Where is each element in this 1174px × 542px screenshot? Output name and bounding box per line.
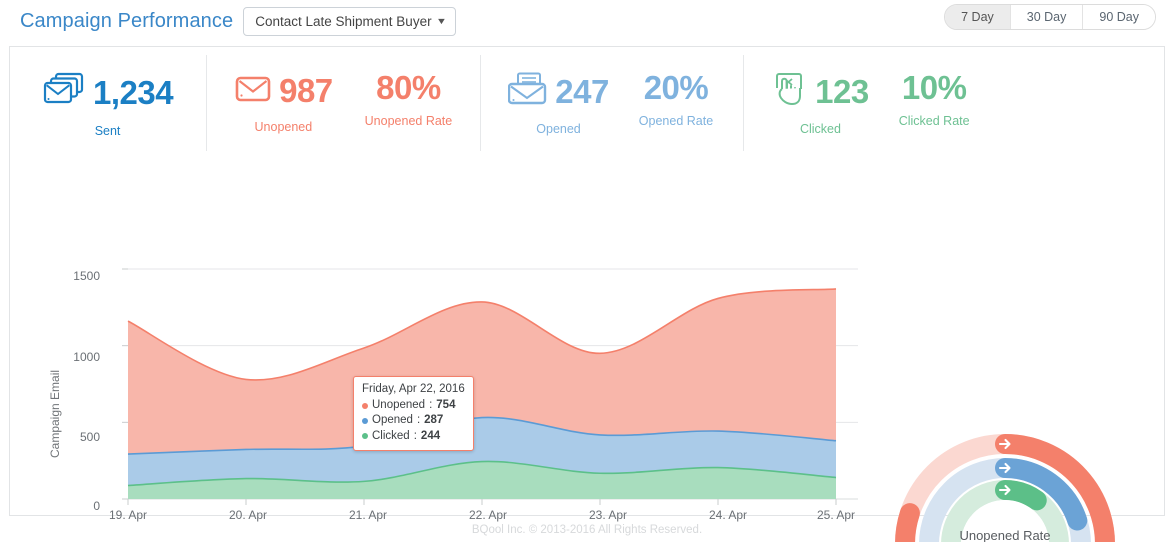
- kpi-sent-label: Sent: [94, 123, 121, 138]
- kpi-group-clicked: 123 Clicked 10% Clicked Rate: [772, 55, 970, 151]
- tooltip-row-clicked: Clicked: 244: [362, 429, 466, 444]
- stacked-envelopes-icon: [42, 71, 88, 114]
- tooltip-name-unopened: Unopened: [372, 399, 426, 412]
- tooltip-name-opened: Opened: [372, 414, 413, 427]
- campaign-performance-page: Campaign Performance Contact Late Shipme…: [0, 0, 1174, 542]
- kpi-clicked: 123 Clicked: [772, 55, 869, 136]
- kpi-opened-rate: 20% Opened Rate: [639, 55, 713, 128]
- campaign-select-value: Contact Late Shipment Buyer: [255, 13, 432, 29]
- range-button-30day[interactable]: 30 Day: [1010, 5, 1084, 29]
- click-hand-icon: [772, 71, 810, 112]
- range-button-7day[interactable]: 7 Day: [945, 5, 1011, 29]
- kpi-clicked-rate-value: 10%: [901, 68, 967, 106]
- kpi-opened-rate-label: Opened Rate: [638, 113, 714, 128]
- kpi-unopened-value: 987: [279, 71, 333, 109]
- tooltip-value-unopened: 754: [436, 399, 456, 412]
- kpi-unopened-rate-value: 80%: [376, 68, 441, 106]
- x-tick-6: 25. Apr: [816, 508, 856, 522]
- tooltip-row-opened: Opened: 287: [362, 413, 466, 428]
- performance-card: 1,234 Sent 987 Unopened 80% Unopened Rat…: [9, 46, 1166, 542]
- kpi-group-sent: 1,234 Sent: [42, 55, 174, 151]
- range-button-90day[interactable]: 90 Day: [1083, 5, 1155, 29]
- kpi-unopened-rate-label: Unopened Rate: [364, 113, 453, 128]
- tooltip-title: Friday, Apr 22, 2016: [362, 383, 465, 395]
- kpi-opened-value: 247: [555, 72, 609, 110]
- closed-envelope-icon: [234, 71, 274, 110]
- kpi-clicked-rate: 10% Clicked Rate: [899, 55, 970, 128]
- kpi-clicked-rate-label: Clicked Rate: [898, 113, 970, 128]
- kpi-group-unopened: 987 Unopened 80% Unopened Rate: [234, 55, 452, 151]
- tooltip-dot-unopened: [362, 402, 368, 409]
- kpi-opened-label: Opened: [536, 121, 581, 136]
- kpi-unopened-rate: 80% Unopened Rate: [365, 55, 453, 128]
- footer-copyright: BQool Inc. © 2013-2016 All Rights Reserv…: [471, 524, 703, 536]
- chevron-down-icon: ▼: [436, 16, 448, 26]
- tooltip-value-opened: 287: [424, 414, 444, 427]
- chart-tooltip: Friday, Apr 22, 2016 Unopened: 754 Opene…: [353, 376, 474, 451]
- kpi-opened: 247 Opened: [508, 55, 609, 136]
- kpi-sent: 1,234 Sent: [42, 55, 174, 138]
- tooltip-dot-opened: [362, 417, 368, 424]
- tooltip-name-clicked: Clicked: [372, 429, 410, 442]
- x-tick-3: 22. Apr: [468, 508, 508, 522]
- open-envelope-icon: [508, 71, 550, 112]
- kpi-unopened-label: Unopened: [254, 119, 313, 134]
- stacked-area-chart[interactable]: [10, 158, 880, 518]
- kpi-clicked-label: Clicked: [799, 121, 841, 136]
- kpi-divider-2: [480, 54, 482, 151]
- kpi-sent-value: 1,234: [93, 73, 174, 111]
- chart-series-areas: [127, 288, 837, 499]
- kpi-divider-3: [743, 54, 745, 151]
- kpi-divider-1: [206, 54, 208, 151]
- kpi-group-opened: 247 Opened 20% Opened Rate: [508, 55, 713, 151]
- tooltip-value-clicked: 244: [420, 429, 441, 442]
- page-title: Campaign Performance: [20, 9, 234, 32]
- x-tick-0: 19. Apr: [108, 508, 148, 522]
- chart-area: Campaign Email 1500 1000 500 0 19. Apr 2…: [10, 158, 1166, 542]
- kpi-clicked-value: 123: [815, 72, 869, 110]
- tooltip-row-unopened: Unopened: 754: [362, 398, 466, 413]
- x-tick-4: 23. Apr: [588, 508, 628, 522]
- gauge-arc-2: [995, 480, 1047, 511]
- x-tick-5: 24. Apr: [708, 508, 748, 522]
- x-tick-1: 20. Apr: [228, 508, 268, 522]
- kpi-opened-rate-value: 20%: [643, 68, 709, 106]
- campaign-select[interactable]: Contact Late Shipment Buyer ▼: [243, 6, 457, 36]
- x-tick-2: 21. Apr: [348, 508, 388, 522]
- kpi-row: 1,234 Sent 987 Unopened 80% Unopened Rat…: [10, 47, 1166, 158]
- date-range-group: 7 Day 30 Day 90 Day: [944, 4, 1156, 30]
- kpi-unopened: 987 Unopened: [234, 55, 333, 134]
- tooltip-dot-clicked: [362, 433, 368, 440]
